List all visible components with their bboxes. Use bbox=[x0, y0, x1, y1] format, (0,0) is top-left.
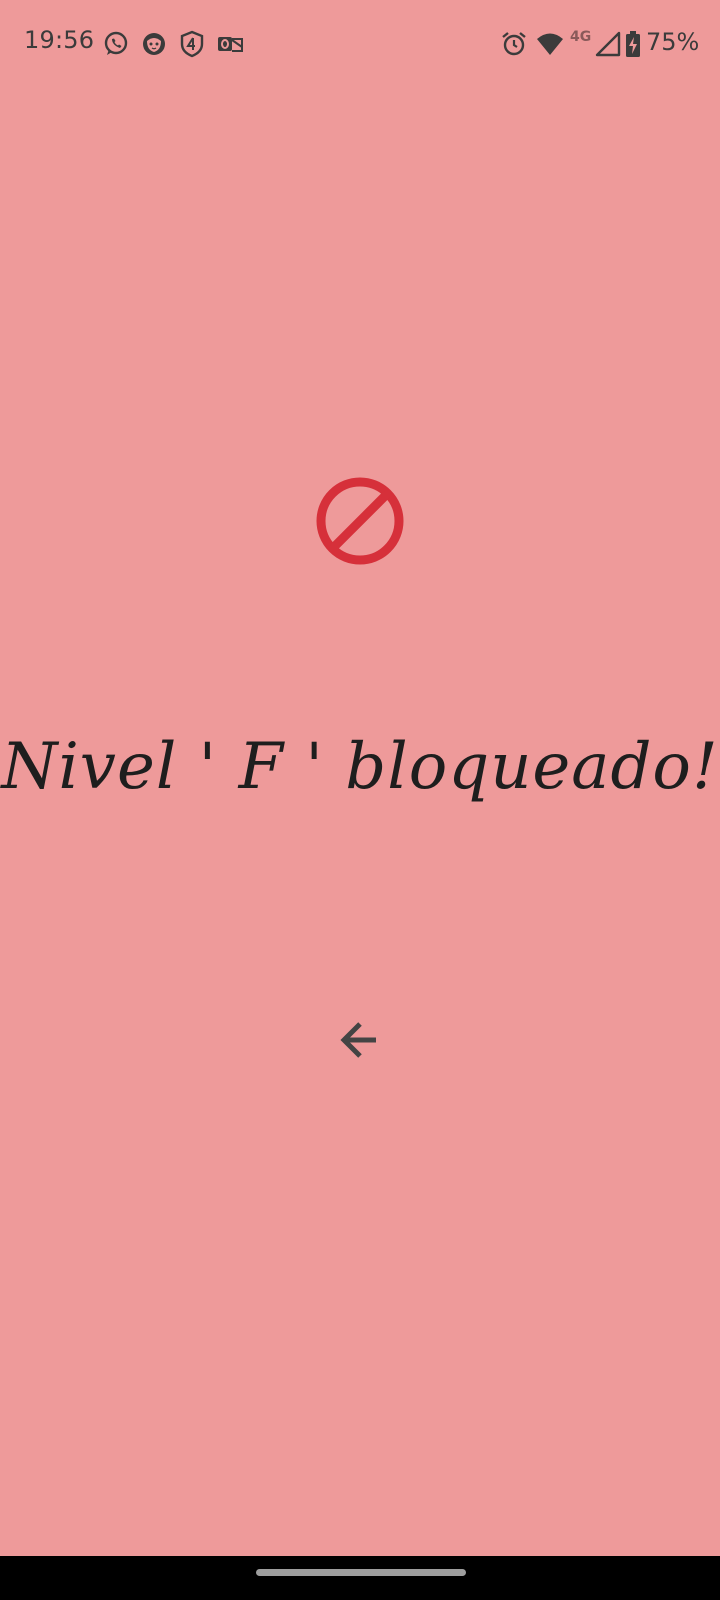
home-indicator[interactable] bbox=[256, 1569, 466, 1576]
arrow-back-icon[interactable] bbox=[336, 1016, 384, 1064]
cellular-signal-icon bbox=[595, 31, 621, 57]
battery-charging-icon bbox=[626, 31, 640, 57]
network-type-label: 4G bbox=[570, 29, 592, 45]
cat-face-icon bbox=[143, 33, 165, 55]
wifi-icon bbox=[537, 33, 563, 55]
shield-4-icon bbox=[180, 30, 204, 58]
outlook-icon bbox=[218, 37, 243, 52]
navigation-bar bbox=[0, 1556, 720, 1600]
alarm-icon bbox=[502, 32, 526, 56]
battery-percent: 75% bbox=[646, 28, 700, 56]
block-icon bbox=[316, 477, 404, 565]
whatsapp-icon bbox=[104, 31, 128, 55]
status-bar: 19:56 4G 75% bbox=[0, 0, 720, 88]
status-time: 19:56 bbox=[24, 26, 95, 54]
level-locked-title: Nivel ' F ' bloqueado! bbox=[1, 730, 719, 804]
